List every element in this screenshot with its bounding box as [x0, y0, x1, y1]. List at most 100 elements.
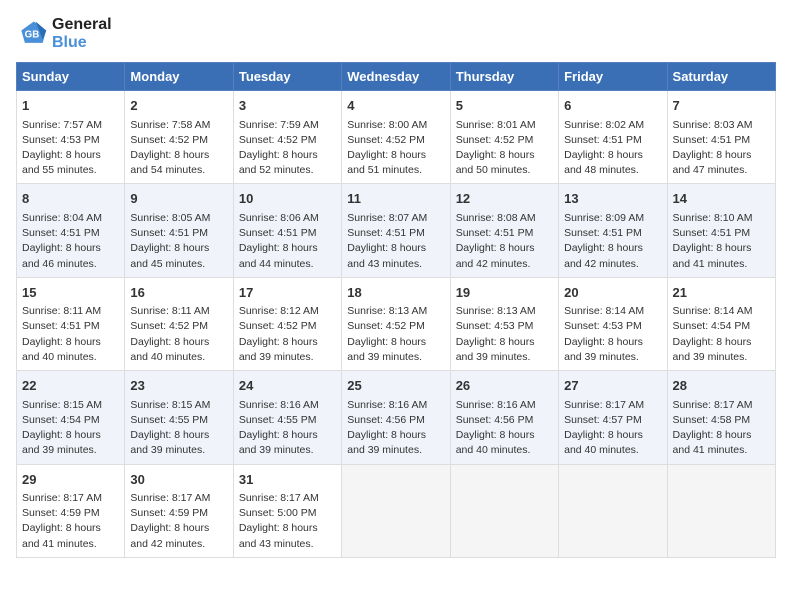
calendar-cell: 8Sunrise: 8:04 AM Sunset: 4:51 PM Daylig…: [17, 184, 125, 277]
calendar-cell: 23Sunrise: 8:15 AM Sunset: 4:55 PM Dayli…: [125, 371, 233, 464]
day-number: 31: [239, 470, 336, 490]
calendar-cell: 20Sunrise: 8:14 AM Sunset: 4:53 PM Dayli…: [559, 277, 667, 370]
logo-icon: GB: [16, 18, 48, 50]
day-info: Sunrise: 8:16 AM Sunset: 4:56 PM Dayligh…: [347, 398, 444, 459]
day-info: Sunrise: 8:09 AM Sunset: 4:51 PM Dayligh…: [564, 211, 661, 272]
day-info: Sunrise: 8:12 AM Sunset: 4:52 PM Dayligh…: [239, 304, 336, 365]
svg-text:GB: GB: [25, 30, 40, 41]
logo-text: General Blue: [52, 16, 112, 52]
weekday-header-sunday: Sunday: [17, 63, 125, 91]
day-number: 3: [239, 96, 336, 116]
day-info: Sunrise: 8:13 AM Sunset: 4:52 PM Dayligh…: [347, 304, 444, 365]
day-number: 1: [22, 96, 119, 116]
day-number: 26: [456, 376, 553, 396]
day-info: Sunrise: 8:15 AM Sunset: 4:55 PM Dayligh…: [130, 398, 227, 459]
day-number: 24: [239, 376, 336, 396]
day-number: 14: [673, 189, 770, 209]
day-info: Sunrise: 8:00 AM Sunset: 4:52 PM Dayligh…: [347, 118, 444, 179]
day-number: 29: [22, 470, 119, 490]
day-info: Sunrise: 7:58 AM Sunset: 4:52 PM Dayligh…: [130, 118, 227, 179]
day-number: 4: [347, 96, 444, 116]
calendar-cell: 22Sunrise: 8:15 AM Sunset: 4:54 PM Dayli…: [17, 371, 125, 464]
calendar-cell: 15Sunrise: 8:11 AM Sunset: 4:51 PM Dayli…: [17, 277, 125, 370]
day-number: 27: [564, 376, 661, 396]
calendar-cell: [450, 464, 558, 557]
calendar-cell: 10Sunrise: 8:06 AM Sunset: 4:51 PM Dayli…: [233, 184, 341, 277]
day-number: 6: [564, 96, 661, 116]
day-info: Sunrise: 7:57 AM Sunset: 4:53 PM Dayligh…: [22, 118, 119, 179]
day-info: Sunrise: 8:10 AM Sunset: 4:51 PM Dayligh…: [673, 211, 770, 272]
calendar-cell: 17Sunrise: 8:12 AM Sunset: 4:52 PM Dayli…: [233, 277, 341, 370]
day-info: Sunrise: 8:17 AM Sunset: 4:59 PM Dayligh…: [22, 491, 119, 552]
day-info: Sunrise: 8:16 AM Sunset: 4:56 PM Dayligh…: [456, 398, 553, 459]
day-info: Sunrise: 8:16 AM Sunset: 4:55 PM Dayligh…: [239, 398, 336, 459]
day-info: Sunrise: 8:04 AM Sunset: 4:51 PM Dayligh…: [22, 211, 119, 272]
day-number: 13: [564, 189, 661, 209]
calendar-cell: 16Sunrise: 8:11 AM Sunset: 4:52 PM Dayli…: [125, 277, 233, 370]
calendar-cell: 4Sunrise: 8:00 AM Sunset: 4:52 PM Daylig…: [342, 91, 450, 184]
day-info: Sunrise: 8:15 AM Sunset: 4:54 PM Dayligh…: [22, 398, 119, 459]
day-info: Sunrise: 8:07 AM Sunset: 4:51 PM Dayligh…: [347, 211, 444, 272]
day-number: 30: [130, 470, 227, 490]
day-number: 9: [130, 189, 227, 209]
calendar-cell: 19Sunrise: 8:13 AM Sunset: 4:53 PM Dayli…: [450, 277, 558, 370]
calendar-cell: 31Sunrise: 8:17 AM Sunset: 5:00 PM Dayli…: [233, 464, 341, 557]
day-number: 28: [673, 376, 770, 396]
page-header: GB General Blue: [16, 16, 776, 52]
calendar-cell: 1Sunrise: 7:57 AM Sunset: 4:53 PM Daylig…: [17, 91, 125, 184]
weekday-header-friday: Friday: [559, 63, 667, 91]
calendar-cell: 5Sunrise: 8:01 AM Sunset: 4:52 PM Daylig…: [450, 91, 558, 184]
calendar-cell: [667, 464, 775, 557]
day-number: 7: [673, 96, 770, 116]
day-number: 21: [673, 283, 770, 303]
calendar-cell: 7Sunrise: 8:03 AM Sunset: 4:51 PM Daylig…: [667, 91, 775, 184]
calendar-cell: 3Sunrise: 7:59 AM Sunset: 4:52 PM Daylig…: [233, 91, 341, 184]
day-info: Sunrise: 8:03 AM Sunset: 4:51 PM Dayligh…: [673, 118, 770, 179]
day-number: 25: [347, 376, 444, 396]
calendar-cell: 6Sunrise: 8:02 AM Sunset: 4:51 PM Daylig…: [559, 91, 667, 184]
logo: GB General Blue: [16, 16, 112, 52]
calendar-cell: 14Sunrise: 8:10 AM Sunset: 4:51 PM Dayli…: [667, 184, 775, 277]
weekday-header-thursday: Thursday: [450, 63, 558, 91]
day-info: Sunrise: 8:06 AM Sunset: 4:51 PM Dayligh…: [239, 211, 336, 272]
weekday-header-saturday: Saturday: [667, 63, 775, 91]
day-number: 17: [239, 283, 336, 303]
day-info: Sunrise: 7:59 AM Sunset: 4:52 PM Dayligh…: [239, 118, 336, 179]
day-number: 22: [22, 376, 119, 396]
calendar-cell: 26Sunrise: 8:16 AM Sunset: 4:56 PM Dayli…: [450, 371, 558, 464]
day-number: 5: [456, 96, 553, 116]
calendar-cell: 24Sunrise: 8:16 AM Sunset: 4:55 PM Dayli…: [233, 371, 341, 464]
calendar-cell: [342, 464, 450, 557]
day-number: 20: [564, 283, 661, 303]
calendar-cell: 12Sunrise: 8:08 AM Sunset: 4:51 PM Dayli…: [450, 184, 558, 277]
day-info: Sunrise: 8:02 AM Sunset: 4:51 PM Dayligh…: [564, 118, 661, 179]
calendar-table: SundayMondayTuesdayWednesdayThursdayFrid…: [16, 62, 776, 558]
day-info: Sunrise: 8:05 AM Sunset: 4:51 PM Dayligh…: [130, 211, 227, 272]
day-number: 15: [22, 283, 119, 303]
calendar-cell: 29Sunrise: 8:17 AM Sunset: 4:59 PM Dayli…: [17, 464, 125, 557]
day-number: 12: [456, 189, 553, 209]
day-number: 16: [130, 283, 227, 303]
day-number: 8: [22, 189, 119, 209]
day-info: Sunrise: 8:17 AM Sunset: 4:59 PM Dayligh…: [130, 491, 227, 552]
calendar-cell: 2Sunrise: 7:58 AM Sunset: 4:52 PM Daylig…: [125, 91, 233, 184]
calendar-cell: 18Sunrise: 8:13 AM Sunset: 4:52 PM Dayli…: [342, 277, 450, 370]
day-info: Sunrise: 8:13 AM Sunset: 4:53 PM Dayligh…: [456, 304, 553, 365]
day-info: Sunrise: 8:17 AM Sunset: 4:58 PM Dayligh…: [673, 398, 770, 459]
calendar-cell: [559, 464, 667, 557]
day-info: Sunrise: 8:11 AM Sunset: 4:52 PM Dayligh…: [130, 304, 227, 365]
calendar-cell: 27Sunrise: 8:17 AM Sunset: 4:57 PM Dayli…: [559, 371, 667, 464]
calendar-cell: 30Sunrise: 8:17 AM Sunset: 4:59 PM Dayli…: [125, 464, 233, 557]
day-info: Sunrise: 8:14 AM Sunset: 4:54 PM Dayligh…: [673, 304, 770, 365]
day-number: 11: [347, 189, 444, 209]
day-number: 10: [239, 189, 336, 209]
day-number: 2: [130, 96, 227, 116]
day-info: Sunrise: 8:17 AM Sunset: 5:00 PM Dayligh…: [239, 491, 336, 552]
day-number: 23: [130, 376, 227, 396]
calendar-cell: 13Sunrise: 8:09 AM Sunset: 4:51 PM Dayli…: [559, 184, 667, 277]
weekday-header-monday: Monday: [125, 63, 233, 91]
calendar-cell: 25Sunrise: 8:16 AM Sunset: 4:56 PM Dayli…: [342, 371, 450, 464]
calendar-cell: 9Sunrise: 8:05 AM Sunset: 4:51 PM Daylig…: [125, 184, 233, 277]
day-info: Sunrise: 8:08 AM Sunset: 4:51 PM Dayligh…: [456, 211, 553, 272]
day-info: Sunrise: 8:17 AM Sunset: 4:57 PM Dayligh…: [564, 398, 661, 459]
